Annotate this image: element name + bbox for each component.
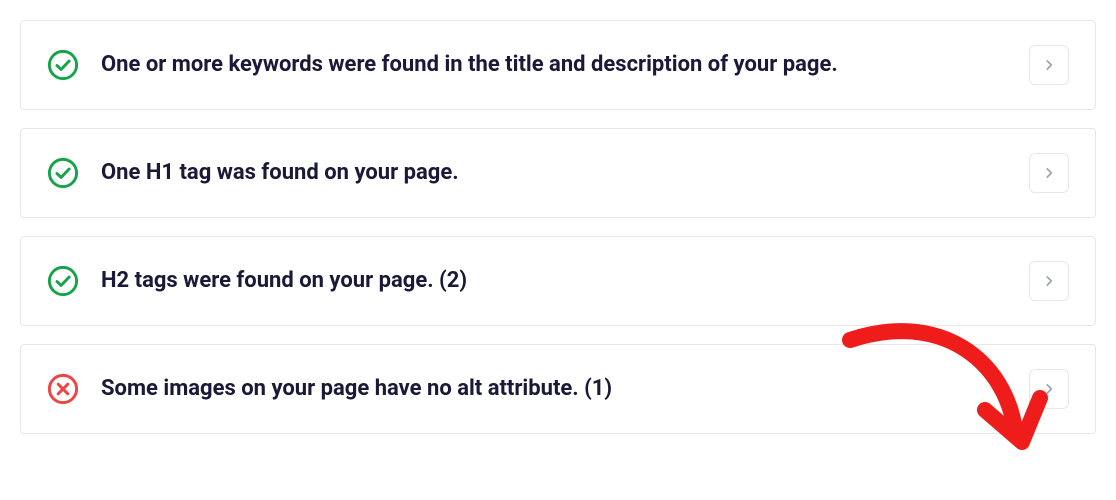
- check-fail-icon: [47, 373, 79, 405]
- check-pass-icon: [47, 157, 79, 189]
- chevron-right-icon: [1042, 382, 1056, 396]
- check-message: One or more keywords were found in the t…: [101, 51, 1007, 79]
- expand-button[interactable]: [1029, 45, 1069, 85]
- expand-button[interactable]: [1029, 369, 1069, 409]
- expand-button[interactable]: [1029, 153, 1069, 193]
- expand-button[interactable]: [1029, 261, 1069, 301]
- seo-check-panel: One or more keywords were found in the t…: [20, 20, 1096, 434]
- check-pass-icon: [47, 265, 79, 297]
- chevron-right-icon: [1042, 274, 1056, 288]
- check-message: Some images on your page have no alt att…: [101, 375, 1007, 403]
- check-row: Some images on your page have no alt att…: [20, 344, 1096, 434]
- check-list: One or more keywords were found in the t…: [20, 20, 1096, 434]
- check-row: One or more keywords were found in the t…: [20, 20, 1096, 110]
- check-message: H2 tags were found on your page. (2): [101, 267, 1007, 295]
- check-pass-icon: [47, 49, 79, 81]
- chevron-right-icon: [1042, 58, 1056, 72]
- check-row: One H1 tag was found on your page.: [20, 128, 1096, 218]
- chevron-right-icon: [1042, 166, 1056, 180]
- check-message: One H1 tag was found on your page.: [101, 159, 1007, 187]
- check-row: H2 tags were found on your page. (2): [20, 236, 1096, 326]
